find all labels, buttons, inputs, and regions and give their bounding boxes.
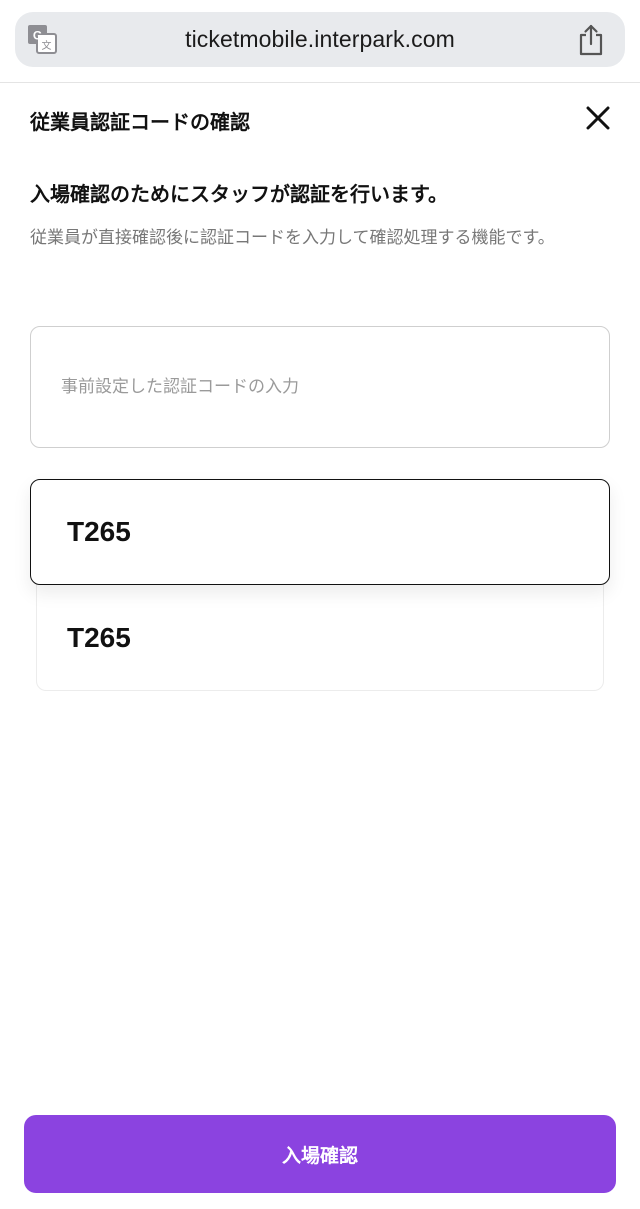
close-icon[interactable] [584, 104, 612, 132]
entry-confirm-button[interactable]: 入場確認 [24, 1115, 616, 1193]
intro-description: 従業員が直接確認後に認証コードを入力して確認処理する機能です。 [30, 228, 555, 248]
page-title: 従業員認証コードの確認 [30, 110, 250, 134]
intro-heading: 入場確認のためにスタッフが認証を行います。 [30, 182, 448, 206]
autofill-suggestion[interactable]: T265 [36, 580, 604, 691]
browser-url-bar[interactable]: G 文 ticketmobile.interpark.com [15, 12, 625, 67]
autofill-suggestion-selected[interactable]: T265 [30, 479, 610, 585]
suggestion-label: T265 [67, 516, 131, 547]
share-icon[interactable] [577, 24, 605, 56]
header-divider [0, 82, 640, 83]
auth-code-input[interactable] [30, 326, 610, 448]
url-text[interactable]: ticketmobile.interpark.com [15, 26, 625, 53]
suggestion-label: T265 [67, 622, 131, 653]
